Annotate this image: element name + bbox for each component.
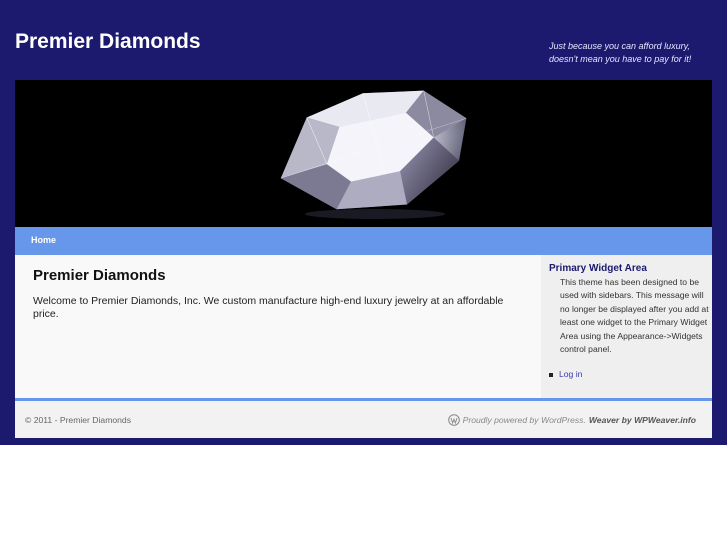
- site-tagline: Just because you can afford luxury, does…: [549, 40, 719, 66]
- nav-item-home[interactable]: Home: [31, 235, 56, 245]
- post-title: Premier Diamonds: [33, 267, 166, 284]
- login-link[interactable]: Log in: [559, 369, 582, 379]
- header-image: [15, 80, 712, 227]
- list-bullet-icon: [549, 372, 553, 377]
- main-content: Premier Diamonds Welcome to Premier Diam…: [15, 255, 541, 398]
- powered-by: Proudly powered by WordPress. Weaver by …: [447, 414, 696, 426]
- site-wrapper: Premier Diamonds Just because you can af…: [0, 0, 727, 445]
- widget-link-list: Log in: [549, 369, 582, 379]
- main-nav: Home: [15, 227, 712, 255]
- widget-message: This theme has been designed to be used …: [560, 277, 709, 355]
- footer: © 2011 - Premier Diamonds Proudly powere…: [15, 401, 712, 438]
- wordpress-icon: [447, 414, 460, 426]
- post-body: Welcome to Premier Diamonds, Inc. We cus…: [33, 295, 504, 320]
- copyright-text: © 2011 - Premier Diamonds: [25, 415, 131, 425]
- site-title[interactable]: Premier Diamonds: [15, 30, 201, 54]
- primary-sidebar: Primary Widget Area This theme has been …: [541, 255, 712, 398]
- tagline-line-1: Just because you can afford luxury,: [549, 41, 690, 51]
- diamond-image: [280, 90, 467, 219]
- wordpress-link[interactable]: Proudly powered by WordPress.: [463, 415, 586, 425]
- widget-title: Primary Widget Area: [549, 263, 647, 274]
- weaver-link[interactable]: Weaver by WPWeaver.info: [589, 415, 696, 425]
- tagline-line-2: doesn't mean you have to pay for it!: [549, 54, 692, 64]
